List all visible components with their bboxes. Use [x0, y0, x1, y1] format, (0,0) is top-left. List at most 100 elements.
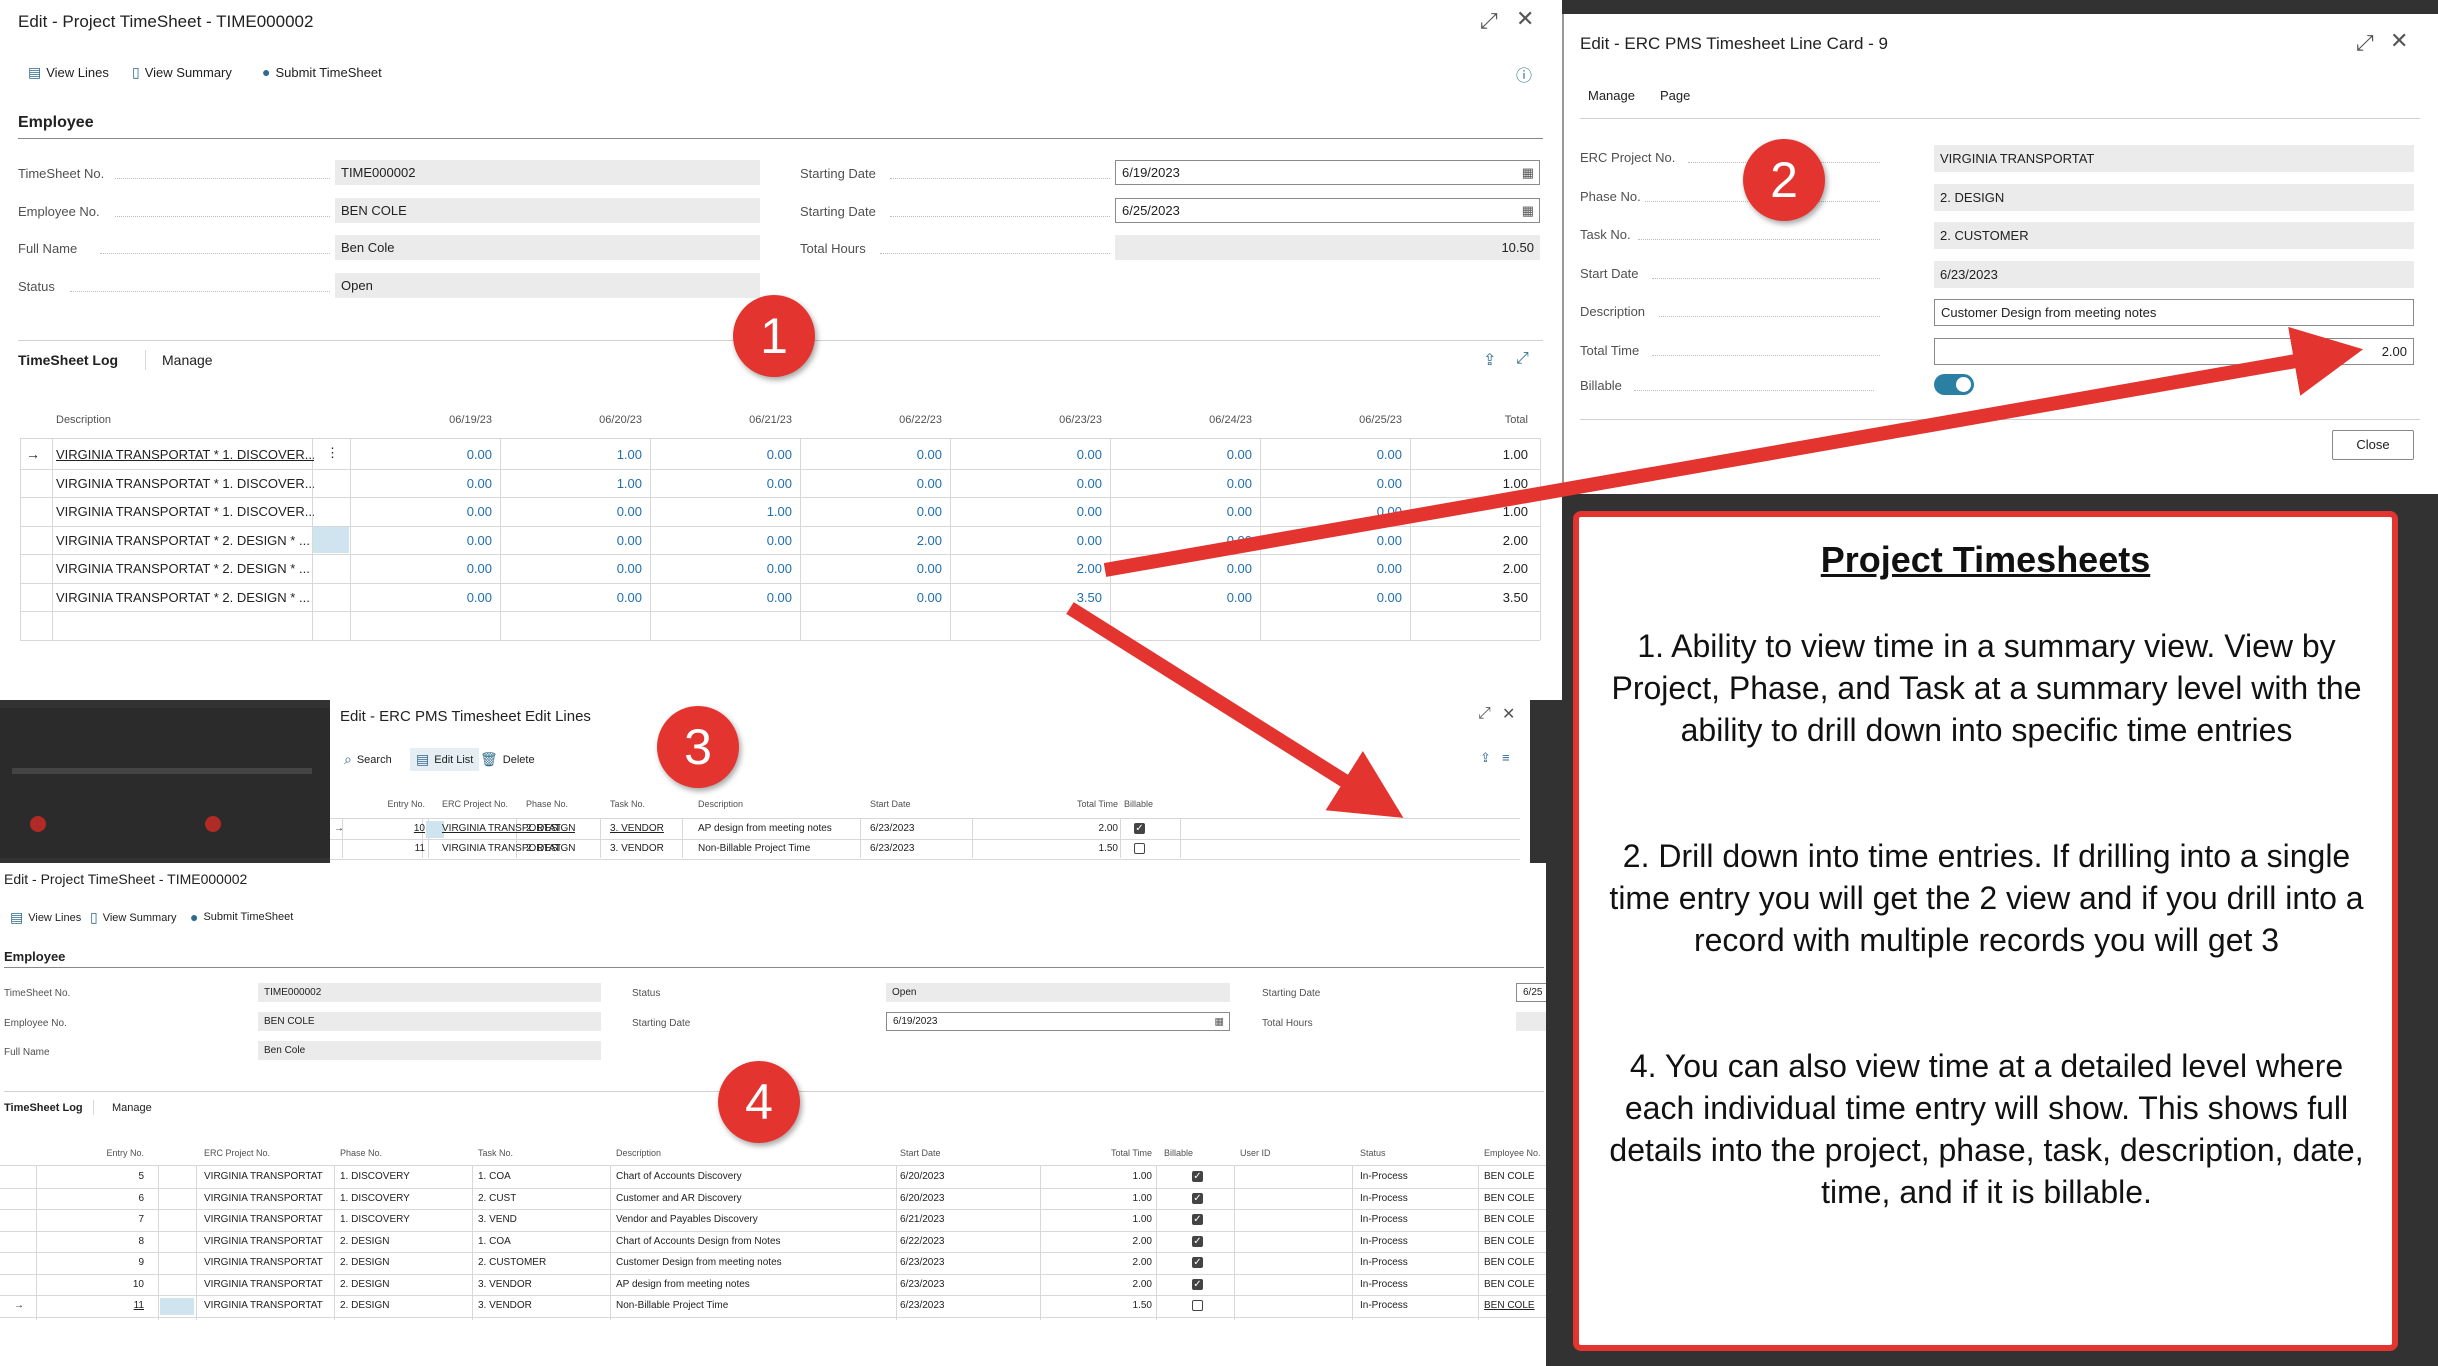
day-hours-value[interactable]: 0.00: [652, 590, 792, 605]
day-hours-value[interactable]: 0.00: [352, 447, 492, 462]
column-header-date[interactable]: 06/25/23: [1262, 414, 1402, 426]
cell-entry[interactable]: 7: [40, 1214, 144, 1225]
cell-entry[interactable]: 10: [40, 1279, 144, 1290]
cell-desc[interactable]: Chart of Accounts Design from Notes: [616, 1236, 781, 1247]
cell-project[interactable]: VIRGINIA TRANSPORTAT: [204, 1236, 323, 1247]
cell-time[interactable]: 1.50: [990, 843, 1118, 854]
day-hours-value[interactable]: 0.00: [1112, 504, 1252, 519]
day-hours-value[interactable]: 0.00: [1262, 504, 1402, 519]
day-hours-value[interactable]: 0.00: [502, 590, 642, 605]
tab-timesheet-log[interactable]: TimeSheet Log: [18, 352, 118, 368]
row-actions-menu-icon[interactable]: ⋮: [326, 445, 339, 461]
info-icon[interactable]: ⓘ: [1516, 62, 1532, 86]
day-hours-value[interactable]: 0.00: [952, 447, 1102, 462]
cell-time[interactable]: 1.50: [1044, 1300, 1152, 1311]
day-hours-value[interactable]: 0.00: [652, 447, 792, 462]
cell-employee[interactable]: BEN COLE: [1484, 1279, 1544, 1290]
billable-checkbox[interactable]: ✓: [1192, 1214, 1203, 1225]
cell-phase[interactable]: 2. DESIGN: [340, 1257, 389, 1268]
ending-date-input[interactable]: 6/25/2023 ▦: [1115, 198, 1540, 223]
column-header[interactable]: Employee No.: [1484, 1148, 1541, 1158]
table-row[interactable]: [20, 468, 1540, 470]
share-icon[interactable]: ⇪: [1483, 350, 1496, 370]
cell-status[interactable]: In-Process: [1360, 1171, 1408, 1182]
column-header[interactable]: Task No.: [478, 1148, 513, 1158]
cell-date[interactable]: 6/23/2023: [870, 843, 915, 854]
cell-project[interactable]: VIRGINIA TRANSPORTAT: [204, 1193, 323, 1204]
day-hours-value[interactable]: 0.00: [1112, 476, 1252, 491]
table-row[interactable]: [0, 1209, 1546, 1210]
column-header[interactable]: User ID: [1240, 1148, 1271, 1158]
cell-task[interactable]: 2. CUSTOMER: [478, 1257, 546, 1268]
column-header[interactable]: Billable: [1164, 1148, 1193, 1158]
column-header-date[interactable]: 06/24/23: [1112, 414, 1252, 426]
day-hours-value[interactable]: 0.00: [952, 504, 1102, 519]
day-hours-value[interactable]: 1.00: [652, 504, 792, 519]
table-row[interactable]: [20, 497, 1540, 498]
cell-status[interactable]: In-Process: [1360, 1279, 1408, 1290]
column-header[interactable]: ERC Project No.: [442, 799, 508, 809]
cell-entry[interactable]: 5: [40, 1171, 144, 1182]
cell-phase[interactable]: 2. DESIGN: [340, 1279, 389, 1290]
expand-icon[interactable]: ⤢: [2356, 30, 2374, 56]
cell-phase[interactable]: 2. DESIGN: [526, 843, 575, 854]
cell-date[interactable]: 6/23/2023: [870, 823, 915, 834]
cell-phase[interactable]: 2. DESIGN: [526, 823, 575, 834]
day-hours-value[interactable]: 3.50: [952, 590, 1102, 605]
day-hours-value[interactable]: 2.00: [952, 561, 1102, 576]
day-hours-value[interactable]: 1.00: [502, 476, 642, 491]
cell-time[interactable]: 1.00: [1044, 1171, 1152, 1182]
starting-date-input[interactable]: 6/19/2023 ▦: [1115, 160, 1540, 185]
cell-task[interactable]: 2. CUST: [478, 1193, 516, 1204]
day-hours-value[interactable]: 0.00: [652, 561, 792, 576]
billable-toggle[interactable]: [1934, 374, 1974, 395]
cell-desc[interactable]: Customer and AR Discovery: [616, 1193, 742, 1204]
column-header-description[interactable]: Description: [56, 414, 111, 426]
edit-list-button[interactable]: ▤ Edit List: [410, 748, 480, 771]
day-hours-value[interactable]: 0.00: [952, 476, 1102, 491]
day-hours-value[interactable]: 2.00: [802, 533, 942, 548]
day-hours-value[interactable]: 0.00: [652, 533, 792, 548]
table-row[interactable]: [20, 582, 1540, 584]
close-icon[interactable]: ✕: [2390, 28, 2408, 54]
view-summary-button[interactable]: ▯ View Summary: [132, 64, 232, 81]
expand-icon[interactable]: ⤢: [1480, 8, 1498, 34]
day-hours-value[interactable]: 0.00: [502, 561, 642, 576]
close-icon[interactable]: ✕: [1502, 704, 1515, 724]
close-button[interactable]: Close: [2332, 430, 2414, 460]
row-selector-arrow-icon[interactable]: →: [14, 1300, 24, 1311]
day-hours-value[interactable]: 0.00: [1262, 561, 1402, 576]
cell-date[interactable]: 6/20/2023: [900, 1171, 945, 1182]
cell-task[interactable]: 3. VENDOR: [610, 843, 664, 854]
day-hours-value[interactable]: 0.00: [802, 504, 942, 519]
cell-time[interactable]: 2.00: [990, 823, 1118, 834]
expand-icon[interactable]: ⤢: [1478, 705, 1491, 723]
cell-task[interactable]: 1. COA: [478, 1236, 511, 1247]
table-row[interactable]: [0, 1252, 1546, 1253]
cell-entry[interactable]: 9: [40, 1257, 144, 1268]
cell-time[interactable]: 2.00: [1044, 1257, 1152, 1268]
cell-project[interactable]: VIRGINIA TRANSPORTAT: [204, 1279, 323, 1290]
day-hours-value[interactable]: 0.00: [802, 590, 942, 605]
day-hours-value[interactable]: 0.00: [1112, 590, 1252, 605]
cell-desc[interactable]: Non-Billable Project Time: [616, 1300, 728, 1311]
cell-time[interactable]: 1.00: [1044, 1214, 1152, 1225]
day-hours-value[interactable]: 0.00: [1112, 561, 1252, 576]
cell-status[interactable]: In-Process: [1360, 1300, 1408, 1311]
day-hours-value[interactable]: 1.00: [502, 447, 642, 462]
cell-task[interactable]: 3. VEND: [478, 1214, 517, 1225]
starting-date-input[interactable]: 6/19/2023 ▦: [886, 1012, 1230, 1031]
view-summary-button[interactable]: ▯ View Summary: [90, 909, 176, 926]
column-header[interactable]: Entry No.: [40, 1148, 144, 1158]
calendar-icon[interactable]: ▦: [1522, 203, 1534, 219]
cell-task[interactable]: 3. VENDOR: [610, 823, 664, 834]
cell-time[interactable]: 1.00: [1044, 1193, 1152, 1204]
column-header[interactable]: Description: [698, 799, 743, 809]
table-row[interactable]: [0, 1187, 1546, 1189]
cell-phase[interactable]: 2. DESIGN: [340, 1300, 389, 1311]
billable-checkbox[interactable]: ✓: [1192, 1257, 1203, 1268]
column-header[interactable]: Start Date: [900, 1148, 941, 1158]
cell-phase[interactable]: 2. DESIGN: [340, 1236, 389, 1247]
field-value-6[interactable]: 2.00: [1934, 337, 2414, 365]
cell-desc[interactable]: Customer Design from meeting notes: [616, 1257, 782, 1268]
